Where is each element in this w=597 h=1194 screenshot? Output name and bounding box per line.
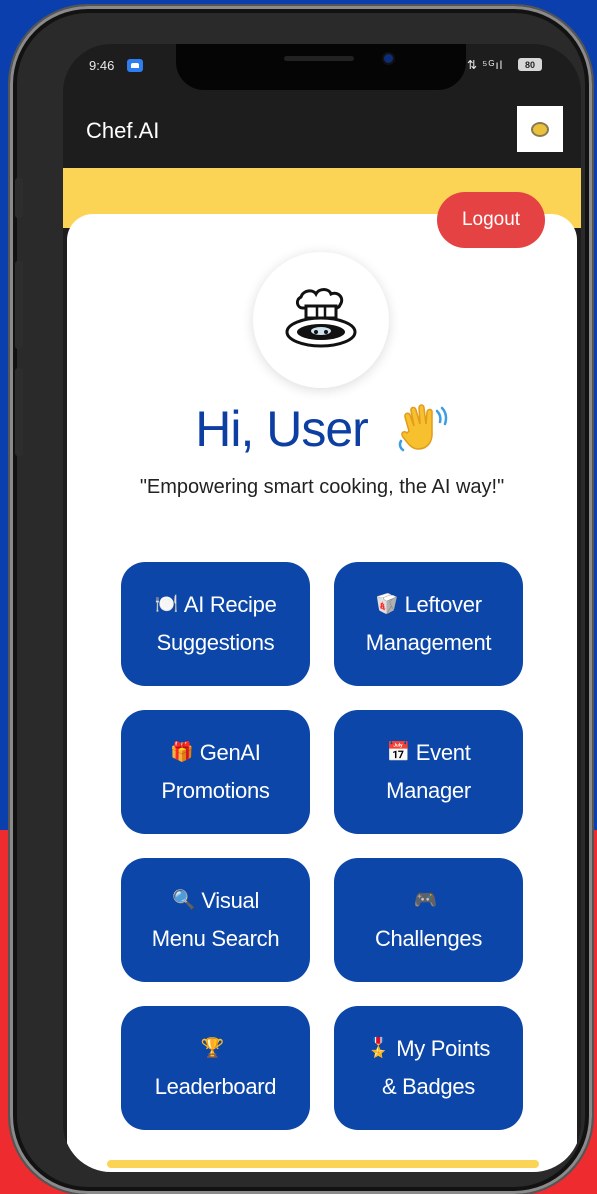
signal-icon: ⇅ ⁵ᴳıl — [467, 58, 504, 72]
chef-hat-icon — [285, 288, 357, 348]
visual-menu-search-button[interactable]: 🔍 Visual Menu Search — [121, 858, 310, 982]
gift-icon: 🎁 — [170, 742, 194, 763]
front-camera — [384, 54, 393, 63]
medal-icon: 🎖️ — [366, 1038, 391, 1059]
status-bar: 9:46 ⇅ ⁵ᴳıl 80 — [63, 44, 581, 96]
plate-icon: 🍽️ — [154, 594, 178, 615]
feature-label-line2: Leaderboard — [154, 1074, 277, 1099]
feature-label-line2: & Badges — [381, 1074, 475, 1099]
battery-icon: 80 — [518, 58, 542, 71]
tagline: "Empowering smart cooking, the AI way!" — [139, 476, 505, 498]
feature-label-line1: Visual — [201, 888, 260, 913]
speaker — [284, 56, 354, 61]
magnifier-icon: 🔍 — [171, 890, 196, 911]
notch — [176, 44, 466, 90]
side-button-action — [15, 178, 23, 218]
notification-icon — [127, 59, 143, 72]
feature-label-line1: Leftover — [404, 592, 482, 617]
takeout-box-icon: 🥡 — [375, 594, 399, 615]
ai-recipe-suggestions-button[interactable]: 🍽️ AI Recipe Suggestions — [121, 562, 310, 686]
logout-button[interactable]: Logout — [437, 192, 545, 248]
feature-label-line2: Suggestions — [156, 630, 275, 655]
leftover-management-button[interactable]: 🥡 Leftover Management — [334, 562, 523, 686]
side-button-volume-up — [15, 261, 23, 349]
challenges-button[interactable]: 🎮 Challenges — [334, 858, 523, 982]
game-controller-icon: 🎮 — [413, 890, 438, 911]
phone-frame: 9:46 ⇅ ⁵ᴳıl 80 Chef.AI Logout Hi, User "… — [10, 6, 592, 1194]
calendar-icon: 📅 — [386, 742, 410, 763]
app-title: Chef.AI — [86, 118, 160, 143]
side-button-volume-down — [15, 368, 23, 456]
feature-label-line2: Promotions — [161, 778, 270, 803]
chef-logo — [253, 252, 389, 388]
bottom-yellow-strip — [107, 1160, 539, 1168]
waving-hand-icon — [398, 404, 447, 452]
trophy-icon: 🏆 — [200, 1038, 225, 1059]
leaderboard-button[interactable]: 🏆 Leaderboard — [121, 1006, 310, 1130]
genai-promotions-button[interactable]: 🎁 GenAI Promotions — [121, 710, 310, 834]
profile-thumbnail-icon[interactable] — [517, 106, 563, 152]
app-bar: Chef.AI — [63, 96, 581, 168]
feature-label-line1: AI Recipe — [183, 592, 277, 617]
greeting-text: Hi, User — [195, 401, 369, 457]
feature-label-line1: My Points — [396, 1036, 491, 1061]
phone-screen: 9:46 ⇅ ⁵ᴳıl 80 Chef.AI Logout Hi, User "… — [63, 44, 581, 1172]
feature-label-line2: Management — [365, 630, 492, 655]
event-manager-button[interactable]: 📅 Event Manager — [334, 710, 523, 834]
feature-grid: 🍽️ AI Recipe Suggestions 🥡 Leftover Manage… — [121, 562, 523, 1130]
my-points-badges-button[interactable]: 🎖️ My Points & Badges — [334, 1006, 523, 1130]
feature-label-line2: Menu Search — [151, 926, 280, 951]
feature-label-line2: Manager — [386, 778, 471, 803]
greeting-heading: Hi, User — [63, 400, 581, 461]
feature-label-line1: GenAI — [199, 740, 261, 765]
status-time: 9:46 — [89, 58, 115, 73]
feature-label-line2: Challenges — [374, 926, 483, 951]
feature-label-line1: Event — [415, 740, 471, 765]
